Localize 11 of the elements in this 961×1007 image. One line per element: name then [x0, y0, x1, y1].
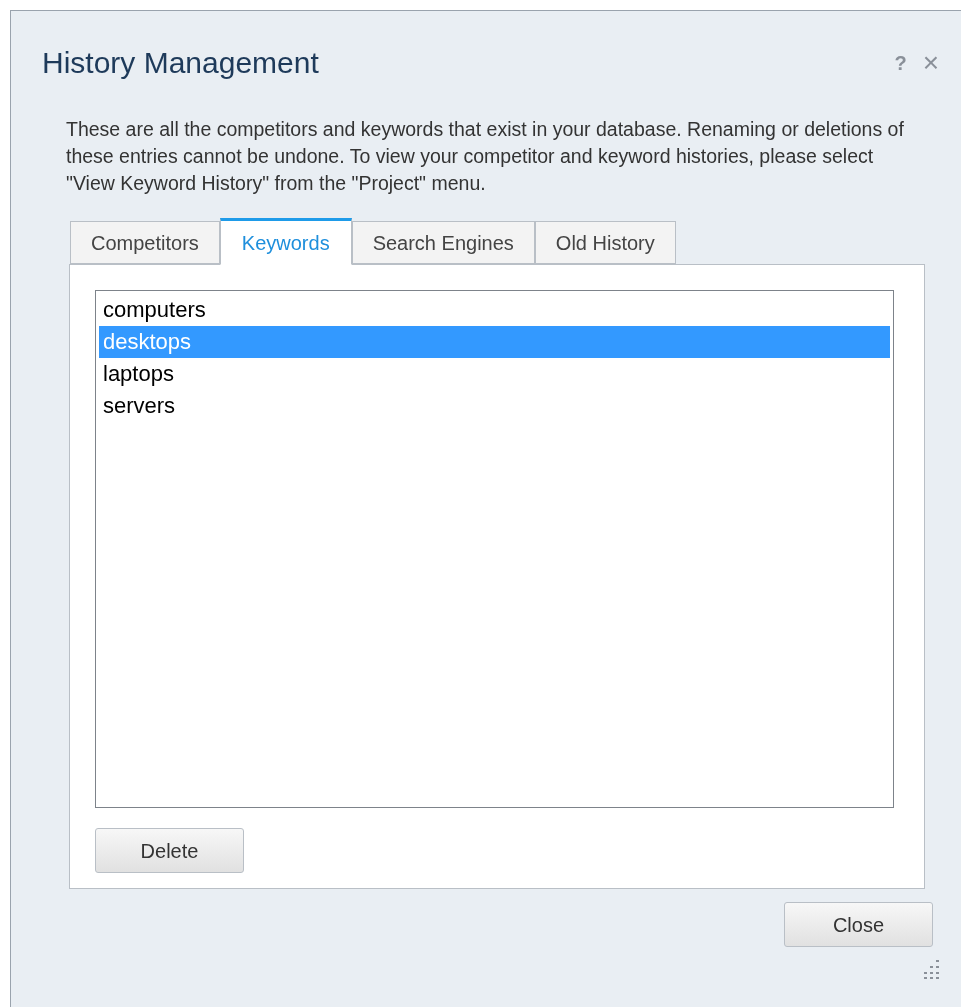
- list-item[interactable]: servers: [99, 390, 890, 422]
- tab[interactable]: Old History: [534, 221, 676, 264]
- list-item[interactable]: laptops: [99, 358, 890, 390]
- close-dialog-button[interactable]: Close: [784, 902, 933, 947]
- tab[interactable]: Keywords: [219, 218, 352, 265]
- list-item[interactable]: computers: [99, 294, 890, 326]
- delete-button[interactable]: Delete: [95, 828, 244, 873]
- tab[interactable]: Competitors: [70, 221, 220, 264]
- window-title: History Management: [42, 45, 319, 81]
- description-text: These are all the competitors and keywords that exist in your database. Renaming or deletions of these entries cannot be undone. To view your competitor and keyword histories, please select "View Keyword History" from the "Project" menu.: [66, 117, 905, 196]
- tab[interactable]: Search Engines: [351, 221, 535, 264]
